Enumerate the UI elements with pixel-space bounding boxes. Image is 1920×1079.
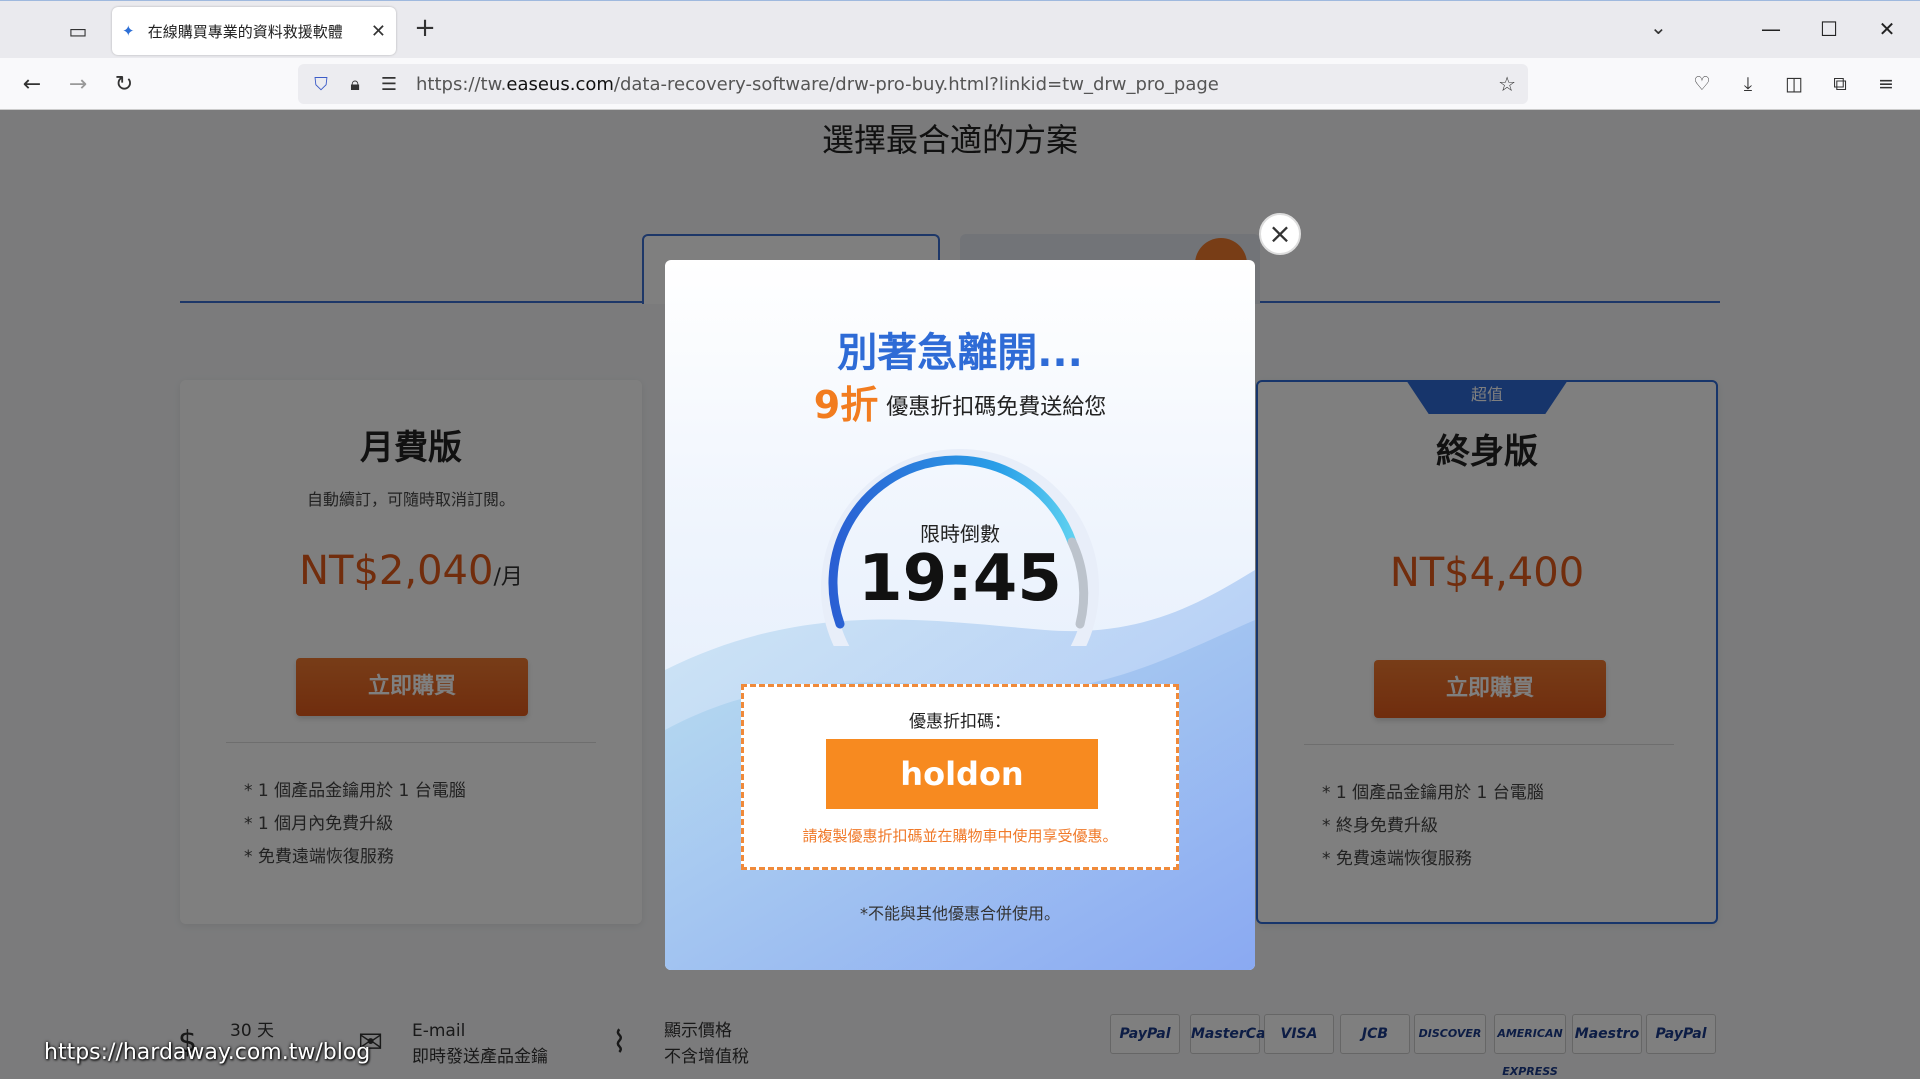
exit-intent-coupon-modal: 別著急離開... 9折 優惠折扣碼免費送給您 限時倒數 19:45 優惠折扣碼： … [665,260,1255,970]
browser-tab-bar: ▭ ✦ 在線購買專業的資料救援軟體 ✕ + ⌄ — ☐ ✕ [0,0,1920,58]
tabs-dropdown-icon[interactable]: ⌄ [1650,15,1667,39]
close-window-button[interactable]: ✕ [1864,9,1910,49]
browser-tab-active[interactable]: ✦ 在線購買專業的資料救援軟體 ✕ [112,7,396,55]
coupon-hint: 請複製優惠折扣碼並在購物車中使用享受優惠。 [802,827,1118,845]
extensions-icon[interactable]: ⧉ [1822,66,1858,102]
modal-subtitle: 9折 優惠折扣碼免費送給您 [813,383,1107,427]
back-icon[interactable]: ← [14,66,50,102]
tab-list-icon[interactable]: ▭ [58,13,98,49]
countdown-timer: 19:45 [858,542,1062,616]
watermark-text: https://hardaway.com.tw/blog [44,1040,371,1065]
download-icon[interactable]: ⤓ [1730,66,1766,102]
new-tab-button[interactable]: + [410,13,440,43]
reader-mode-icon[interactable]: ☰ [372,74,406,95]
bookmark-star-icon[interactable]: ☆ [1498,72,1516,96]
pocket-icon[interactable]: ♡ [1684,66,1720,102]
lock-icon[interactable]: 🔒︎ [338,74,372,95]
modal-headline: 別著急離開... [837,330,1083,376]
coupon-label: 優惠折扣碼： [909,712,1011,732]
tab-title: 在線購買專業的資料救援軟體 [147,22,343,41]
modal-close-button[interactable]: × [1259,213,1301,255]
sidebar-icon[interactable]: ◫ [1776,66,1812,102]
reload-icon[interactable]: ↻ [106,66,142,102]
maximize-button[interactable]: ☐ [1806,9,1852,49]
forward-icon[interactable]: → [60,66,96,102]
tab-close-icon[interactable]: ✕ [371,21,386,42]
minimize-button[interactable]: — [1748,9,1794,49]
shield-icon[interactable]: ⛉ [304,74,338,95]
easeus-favicon-icon: ✦ [122,22,135,40]
address-bar[interactable]: ⛉ 🔒︎ ☰ https://tw.easeus.com/data-recove… [298,64,1528,104]
coupon-box: 優惠折扣碼： holdon 請複製優惠折扣碼並在購物車中使用享受優惠。 [741,684,1179,870]
url-text[interactable]: https://tw.easeus.com/data-recovery-soft… [416,74,1219,95]
coupon-note: *不能與其他優惠合併使用。 [859,904,1060,923]
coupon-code[interactable]: holdon [826,739,1098,809]
menu-icon[interactable]: ≡ [1868,66,1904,102]
browser-nav-bar: ← → ↻ ⛉ 🔒︎ ☰ https://tw.easeus.com/data-… [0,58,1920,110]
